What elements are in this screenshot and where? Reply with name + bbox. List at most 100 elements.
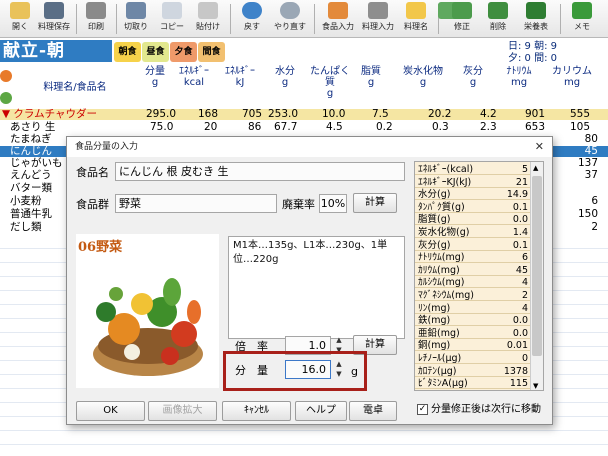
food-photo: 06野菜 [76,234,219,388]
table-row[interactable]: あさり 生 75.0 20 86 67.7 4.5 0.2 0.3 2.3 65… [0,122,608,133]
col-potassium[interactable]: カリウム mg [550,66,594,88]
col-kj[interactable]: ｴﾈﾙｷﾞｰ kJ [222,66,258,88]
waste-rate-field: 10% [319,194,347,213]
copy-icon [162,2,182,19]
recipe-icon[interactable] [0,70,12,82]
nutrient-row: ﾋﾞﾀﾐﾝA(μg) 115 [415,378,530,390]
nutrient-row: ｶﾙｼｳﾑ(mg) 4 [415,277,530,289]
move-next-label: 分量修正後は次行に移動 [431,404,541,415]
cut-button[interactable]: 切取り [118,2,154,36]
potassium-value: 45 [584,145,598,157]
waste-calc-button[interactable]: 計算 [353,193,397,213]
potassium-value: 137 [577,157,598,169]
nutrition-table-button[interactable]: 栄養表 [518,2,554,36]
meal-lunch-tab[interactable]: 昼食 [142,42,169,62]
waste-rate-label: 廃棄率 [282,198,315,211]
dish-input-button[interactable]: 料理入力 [360,2,396,36]
nutrient-row: 炭水化物(g) 1.4 [415,227,530,238]
multiplier-up-icon[interactable]: ▲ [335,336,343,344]
calculator-button[interactable]: 電卓 [349,401,397,421]
amount-input[interactable]: 16.0 [285,360,331,379]
food-input-icon [328,2,348,19]
folder-open-icon [10,2,30,19]
nutrient-row: 水分(g) 14.9 [415,189,530,201]
amount-up-icon[interactable]: ▲ [335,360,343,368]
scroll-up-icon[interactable]: ▲ [533,164,538,172]
potassium-value: 2 [591,221,598,233]
nutrient-row: ｴﾈﾙｷﾞｰ(kcal) 5 [415,164,530,175]
help-button[interactable]: ヘルプ [295,401,347,421]
nutrient-list: ｴﾈﾙｷﾞｰ(kcal) 5 ｴﾈﾙｷﾞｰKJ(kJ) 21 水分(g) 14.9 ﾀﾝﾊﾟ… [414,161,544,391]
paste-button[interactable]: 貼付け [190,2,226,36]
edit-button[interactable]: 修正 [444,2,480,36]
col-water[interactable]: 水分 g [270,66,300,88]
delete-button[interactable]: 削除 [480,2,516,36]
table-row[interactable]: ▼ クラムチャウダー 295.0 168 705 253.0 10.0 7.5 … [0,109,608,120]
nutrient-row: ｶﾘｳﾑ(mg) 45 [415,265,530,276]
save-button[interactable]: 料理保存 [36,2,72,36]
nutrient-row: ﾏｸﾞﾈｼｳﾑ(mg) 2 [415,290,530,301]
dialog-title: 食品分量の入力 [67,137,552,157]
serving-memo: M1本…135g、L1本…230g、1単位…220g [228,236,405,339]
amount-down-icon[interactable]: ▼ [335,370,343,378]
nutrient-row: ﾅﾄﾘｳﾑ(mg) 6 [415,252,530,264]
move-next-checkbox[interactable]: ✓ [417,404,428,415]
amount-label: 分 量 [235,364,268,377]
redo-button[interactable]: やり直す [272,2,308,36]
cook-card-icon [406,2,426,19]
close-icon[interactable]: ✕ [535,137,544,157]
redo-icon [280,2,300,19]
meal-snack-tab[interactable]: 間食 [198,42,225,62]
enlarge-image-button[interactable]: 画像拡大 [148,401,217,421]
paste-icon [198,2,218,19]
potassium-value: 150 [577,208,598,220]
potassium-value: 6 [591,195,598,207]
open-button[interactable]: 開く [2,2,38,36]
printer-icon [86,2,106,19]
toolbar: 開く 料理保存 印刷 切取り コピー 貼付け 戻す やり直す 食品入力 料理入力… [0,0,608,38]
nutrient-row: ｴﾈﾙｷﾞｰKJ(kJ) 21 [415,177,530,188]
undo-button[interactable]: 戻す [234,2,270,36]
meal-summary: 日: 9 朝: 9 夕: 0 間: 0 [508,41,557,64]
food-name-label: 食品名 [76,166,109,179]
col-amount-label: 分量 g [145,66,165,88]
vegetables-image [93,278,203,376]
memo-icon [572,2,592,19]
copy-button[interactable]: コピー [154,2,190,36]
scissors-icon [126,2,146,19]
meal-dinner-tab[interactable]: 夕食 [170,42,197,62]
nutrient-row: 銅(mg) 0.01 [415,340,530,352]
col-protein[interactable]: たんぱく質 g [308,66,352,99]
edit-person-icon [452,2,472,19]
meal-breakfast-tab[interactable]: 朝食 [114,42,141,62]
food-group-label: 食品群 [76,198,109,211]
nutrient-scrollbar[interactable]: ▲ ▼ [530,162,543,390]
kondate-title: 献立-朝 [0,40,112,62]
potassium-value: 37 [584,169,598,181]
nutrient-row: 鉄(mg) 0.0 [415,315,530,327]
nutrient-row: ﾀﾝﾊﾟｸ質(g) 0.1 [415,202,530,213]
col-ash[interactable]: 灰分 g [458,66,488,88]
memo-button[interactable]: メモ [564,2,600,36]
nutrient-row: ﾚﾁﾉｰﾙ(μg) 0 [415,353,530,364]
col-fat[interactable]: 脂質 g [356,66,386,88]
food-group-field: 野菜 [115,194,277,213]
print-button[interactable]: 印刷 [78,2,114,36]
food-input-button[interactable]: 食品入力 [320,2,356,36]
col-kcal[interactable]: ｴﾈﾙｷﾞｰ kcal [176,66,212,88]
dish-name-button[interactable]: 料理名 [398,2,434,36]
potassium-value: 80 [584,133,598,145]
col-carbs[interactable]: 炭水化物 g [396,66,450,88]
scroll-down-icon[interactable]: ▼ [533,382,538,390]
save-icon [44,2,64,19]
nutrient-row: ｶﾛﾃﾝ(μg) 1378 [415,366,530,377]
cancel-button[interactable]: ｷｬﾝｾﾙ [222,401,291,421]
col-name[interactable]: 料理名/食品名 [30,82,120,93]
col-amount[interactable]: 分量 g [140,66,170,88]
nutrient-row: 灰分(g) 0.1 [415,240,530,251]
scroll-thumb[interactable] [532,176,542,356]
col-sodium[interactable]: ﾅﾄﾘｳﾑ mg [500,66,538,88]
open-icon[interactable] [0,92,12,104]
food-amount-dialog: 食品分量の入力 ✕ 食品名 にんじん 根 皮むき 生 食品群 野菜 廃棄率 10… [66,136,553,425]
ok-button[interactable]: OK [76,401,145,421]
